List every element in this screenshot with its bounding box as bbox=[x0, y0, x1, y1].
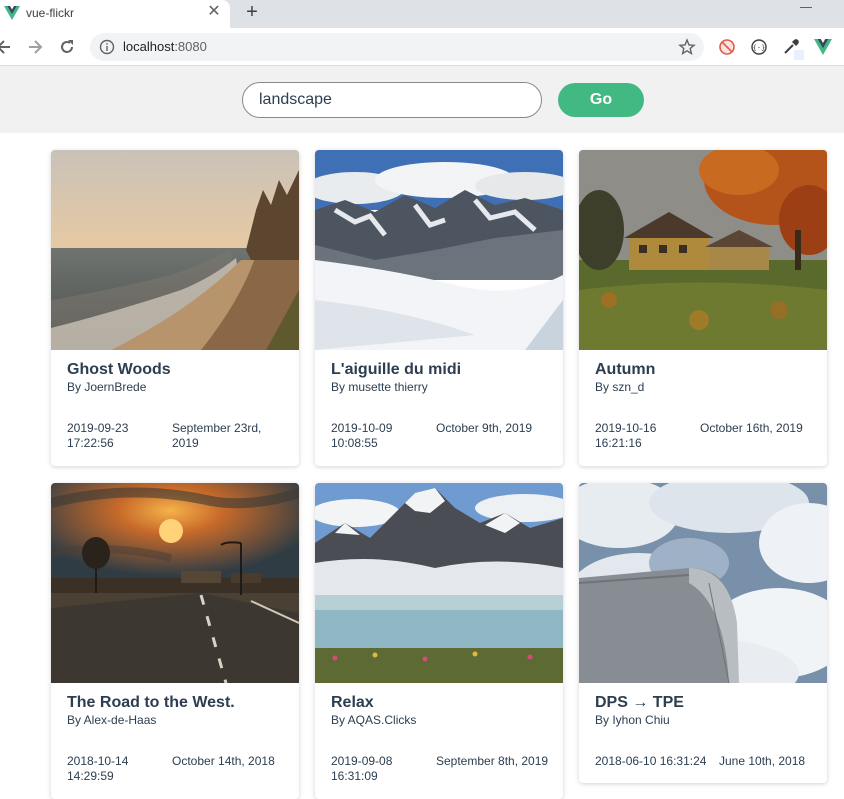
tab-title: vue-flickr bbox=[26, 6, 75, 20]
url-port: :8080 bbox=[174, 39, 207, 54]
photo-date-taken: 2019-10-09 10:08:55 bbox=[331, 421, 393, 450]
photo-image-snowy-mountains[interactable] bbox=[315, 150, 563, 350]
photo-title[interactable]: Relax bbox=[331, 694, 374, 712]
photo-author: By szn_d bbox=[595, 380, 645, 394]
vue-devtools-icon[interactable] bbox=[814, 38, 832, 56]
photo-date-formatted: September 23rd, 2019 bbox=[172, 421, 262, 450]
browser-tab[interactable]: vue-flickr ✕ bbox=[0, 0, 230, 28]
photo-image-mountain-lake[interactable] bbox=[315, 483, 563, 683]
photo-card[interactable]: L'aiguille du midi By musette thierry 20… bbox=[315, 150, 563, 466]
browser-tabstrip: vue-flickr ✕ + bbox=[0, 0, 844, 28]
photo-title[interactable]: DPS → TPE bbox=[595, 694, 684, 712]
svg-text:{·}: {·} bbox=[753, 44, 766, 52]
photo-card[interactable]: The Road to the West. By Alex-de-Haas 20… bbox=[51, 483, 299, 799]
photo-card[interactable]: Relax By AQAS.Clicks 2019-09-08 16:31:09… bbox=[315, 483, 563, 799]
minimize-window-icon[interactable] bbox=[800, 0, 812, 8]
photo-title[interactable]: The Road to the West. bbox=[67, 694, 235, 712]
url-text: localhost:8080 bbox=[123, 39, 207, 54]
search-input[interactable] bbox=[242, 82, 542, 118]
site-info-icon[interactable] bbox=[99, 39, 115, 55]
photo-date-taken: 2019-10-16 16:21:16 bbox=[595, 421, 657, 450]
photo-card[interactable]: Autumn By szn_d 2019-10-16 16:21:16 Octo… bbox=[579, 150, 827, 466]
go-button[interactable]: Go bbox=[558, 83, 644, 117]
photo-card[interactable]: DPS → TPE By Iyhon Chiu 2018-06-10 16:31… bbox=[579, 483, 827, 783]
new-tab-icon[interactable]: + bbox=[242, 2, 262, 22]
address-bar[interactable]: localhost:8080 bbox=[90, 33, 704, 61]
photo-author: By Iyhon Chiu bbox=[595, 713, 670, 727]
photo-image-sunset-road[interactable] bbox=[51, 483, 299, 683]
vue-logo-icon bbox=[4, 6, 20, 20]
photo-author: By musette thierry bbox=[331, 380, 428, 394]
photo-date-formatted: October 16th, 2019 bbox=[700, 421, 803, 435]
photo-date-formatted: June 10th, 2018 bbox=[719, 754, 806, 768]
url-host: localhost bbox=[123, 39, 175, 54]
photo-date-taken: 2018-06-10 16:31:24 bbox=[595, 754, 707, 768]
photo-date-taken: 2019-09-23 17:22:56 bbox=[67, 421, 129, 450]
photo-date-formatted: October 14th, 2018 bbox=[172, 754, 275, 768]
back-icon[interactable] bbox=[0, 37, 14, 57]
photo-title[interactable]: L'aiguille du midi bbox=[331, 361, 461, 379]
extension-code-icon[interactable]: {·} bbox=[750, 38, 768, 56]
extension-blocker-icon[interactable] bbox=[718, 38, 736, 56]
photo-title[interactable]: Ghost Woods bbox=[67, 361, 171, 379]
photo-title[interactable]: Autumn bbox=[595, 361, 655, 379]
photo-date-formatted: October 9th, 2019 bbox=[436, 421, 533, 435]
photo-date-taken: 2018-10-14 14:29:59 bbox=[67, 754, 129, 783]
photo-author: By Alex-de-Haas bbox=[67, 713, 157, 727]
extension-badge bbox=[794, 50, 804, 60]
photo-grid: Ghost Woods By JoernBrede 2019-09-23 17:… bbox=[0, 133, 844, 799]
reload-icon[interactable] bbox=[57, 37, 77, 57]
photo-date-formatted: September 8th, 2019 bbox=[436, 754, 549, 768]
photo-author: By AQAS.Clicks bbox=[331, 713, 417, 727]
photo-date-taken: 2019-09-08 16:31:09 bbox=[331, 754, 393, 783]
forward-icon[interactable] bbox=[25, 37, 45, 57]
photo-card[interactable]: Ghost Woods By JoernBrede 2019-09-23 17:… bbox=[51, 150, 299, 466]
photo-image-autumn-house[interactable] bbox=[579, 150, 827, 350]
bookmark-star-icon[interactable] bbox=[678, 38, 696, 56]
photo-author: By JoernBrede bbox=[67, 380, 147, 394]
photo-image-beach-cliff[interactable] bbox=[51, 150, 299, 350]
browser-toolbar: localhost:8080 {·} bbox=[0, 28, 844, 66]
photo-image-clouds-engine[interactable] bbox=[579, 483, 827, 683]
close-tab-icon[interactable]: ✕ bbox=[205, 3, 223, 21]
search-bar: Go bbox=[0, 66, 844, 133]
